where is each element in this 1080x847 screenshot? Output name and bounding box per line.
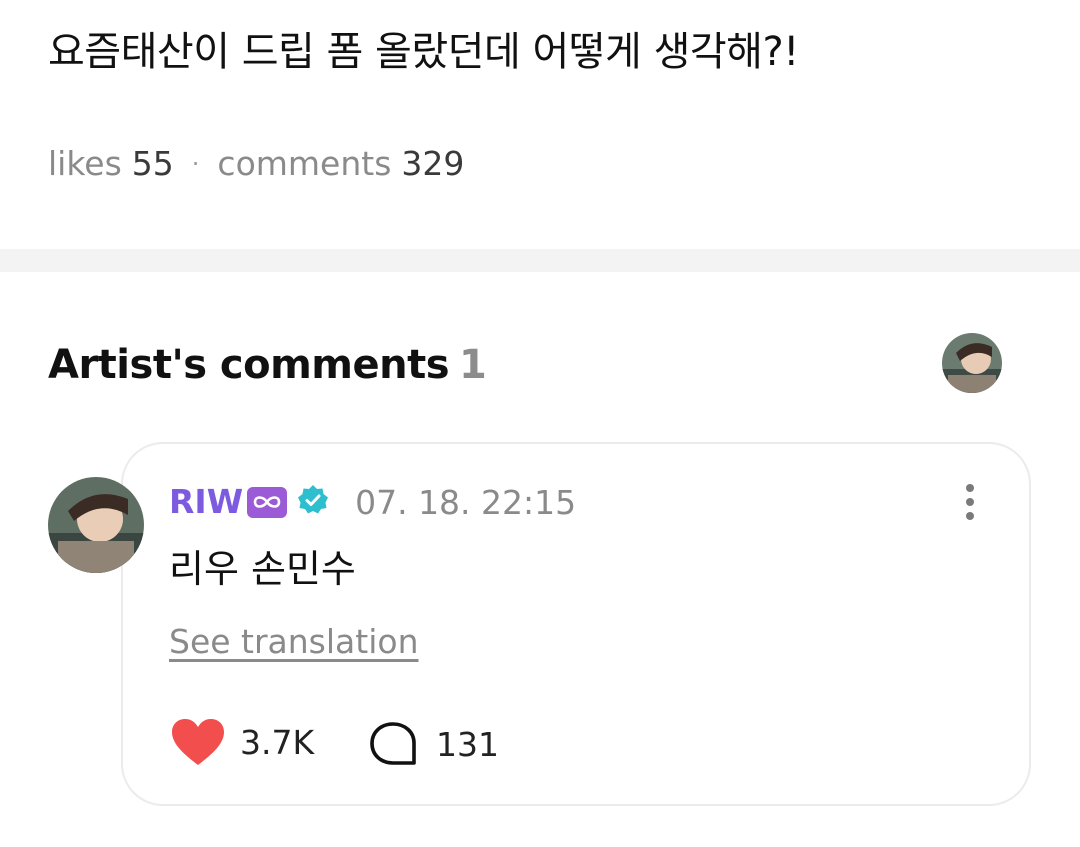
- artist-comments-count: 1: [459, 342, 487, 388]
- comments-count: 329: [401, 144, 465, 183]
- likes-label: likes: [48, 144, 122, 183]
- comment-author-name[interactable]: RIW: [169, 480, 243, 524]
- comments-label: comments: [217, 144, 392, 183]
- comment-timestamp: 07. 18. 22:15: [355, 482, 577, 522]
- speech-bubble-icon: [370, 722, 416, 765]
- section-divider: [0, 249, 1080, 272]
- post-title: 요즘태산이 드립 폼 올랐던데 어떻게 생각해?!: [48, 29, 799, 75]
- reply-button[interactable]: 131: [368, 718, 499, 770]
- likes-count: 55: [131, 144, 174, 183]
- more-dot: [966, 498, 974, 506]
- artist-comments-title: Artist's comments: [48, 342, 450, 388]
- more-dot: [966, 484, 974, 492]
- see-translation-link[interactable]: See translation: [169, 620, 418, 664]
- artist-avatar[interactable]: [942, 333, 1002, 393]
- like-button[interactable]: 3.7K: [170, 716, 314, 768]
- like-count: 3.7K: [240, 722, 315, 762]
- verified-badge-icon: [297, 484, 329, 520]
- comment-body: 리우 손민수: [169, 547, 356, 591]
- commenter-avatar[interactable]: [48, 477, 144, 573]
- more-dot: [966, 512, 974, 520]
- stats-separator: ·: [191, 150, 200, 178]
- more-options-icon[interactable]: [950, 482, 990, 522]
- infinity-icon: [247, 486, 288, 518]
- post-stats: likes 55 · comments 329: [48, 142, 464, 186]
- artist-comments-heading: Artist's comments 1: [48, 338, 487, 392]
- comment-author-row: RIW 07. 18. 22:15: [169, 480, 576, 524]
- heart-icon: [172, 719, 224, 765]
- reply-count: 131: [436, 724, 499, 764]
